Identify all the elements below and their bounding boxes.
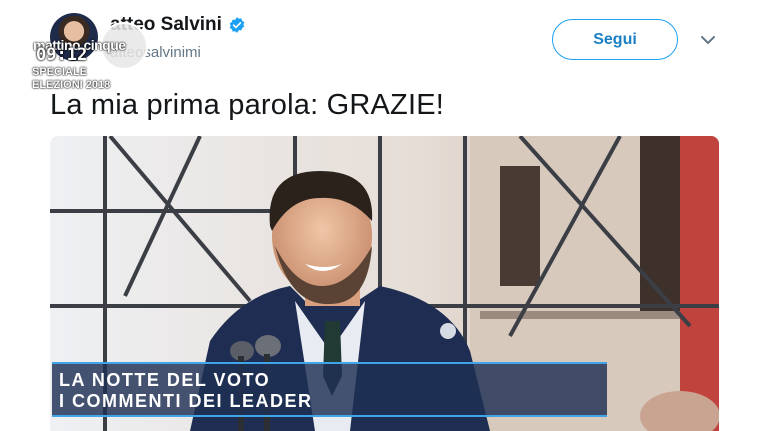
chevron-down-icon[interactable] — [698, 30, 718, 50]
special-line-2: ELEZIONI 2018 — [32, 79, 111, 91]
broadcast-clock: 09:12 — [36, 45, 88, 65]
lower-third-banner: LA NOTTE DEL VOTO I COMMENTI DEI LEADER — [52, 362, 607, 417]
verified-badge-icon — [229, 17, 245, 33]
banner-line-2: I COMMENTI DEI LEADER — [59, 391, 313, 411]
special-line-1: SPECIALE — [32, 66, 88, 78]
tweet-text: La mia prima parola: GRAZIE! — [50, 89, 445, 121]
follow-button[interactable]: Segui — [552, 19, 678, 60]
banner-line-1: LA NOTTE DEL VOTO — [59, 370, 271, 390]
special-label: SPECIALE ELEZIONI 2018 — [32, 66, 110, 92]
